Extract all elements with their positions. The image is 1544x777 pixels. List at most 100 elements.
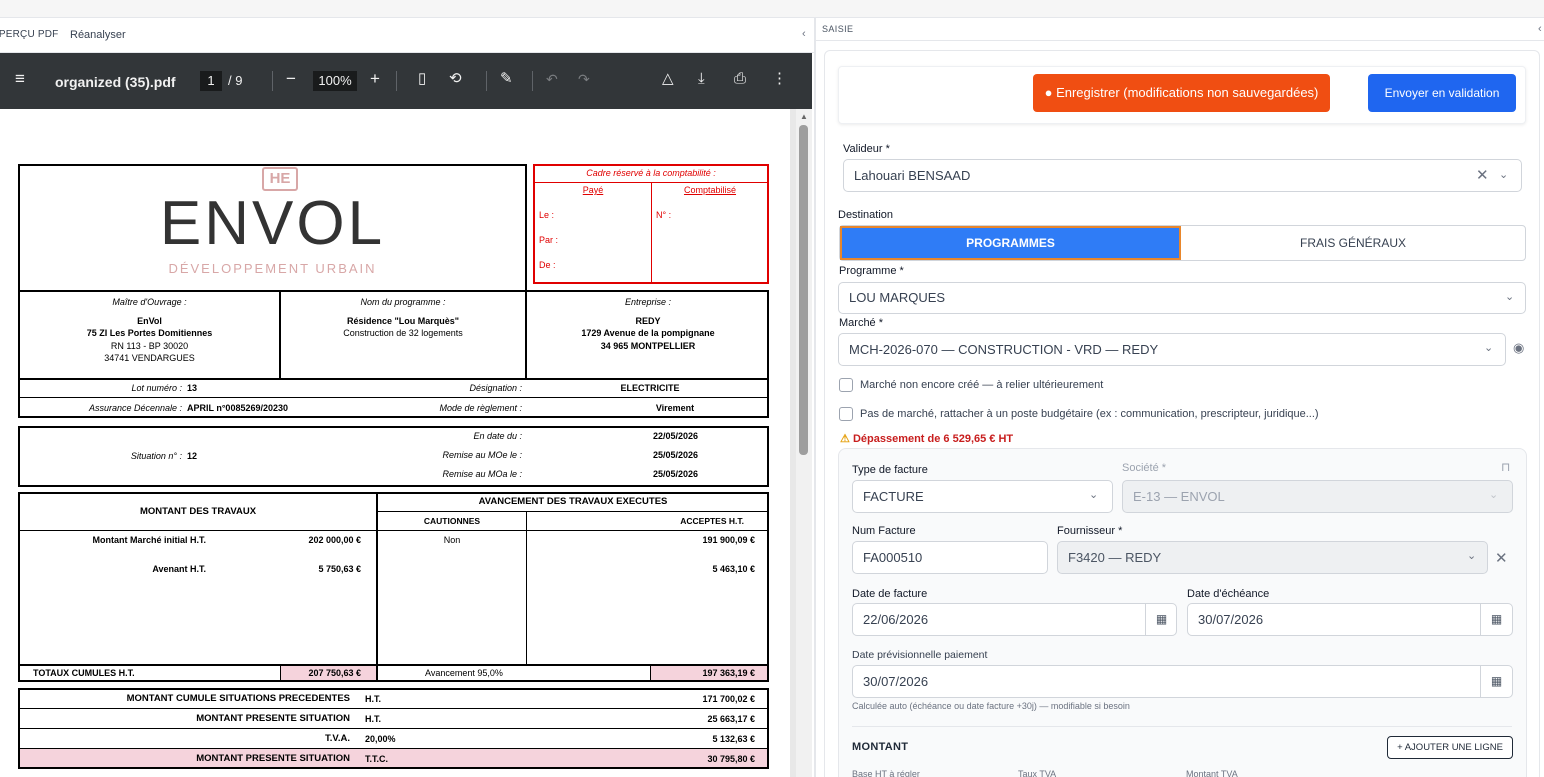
menu-icon[interactable]: ≡	[15, 69, 25, 89]
programme-select[interactable]: LOU MARQUES	[838, 282, 1526, 314]
designation-value: ELECTRICITE	[620, 383, 680, 393]
marche-accepte: 191 900,09 €	[702, 535, 755, 545]
page-number-input[interactable]: 1	[200, 71, 222, 91]
eye-icon[interactable]: ◉	[1513, 340, 1524, 356]
chevron-down-icon[interactable]: ⌄	[1484, 341, 1493, 354]
compta-divider	[651, 182, 652, 282]
reanalyse-link[interactable]: Réanalyser	[70, 29, 126, 41]
scrollbar-thumb[interactable]	[799, 125, 808, 455]
entreprise-label: Entreprise :	[624, 297, 672, 307]
clear-icon[interactable]: ✕	[1476, 166, 1489, 184]
prog-description: Construction de 32 logements	[343, 328, 463, 338]
moa-address: RN 113 - BP 30020	[110, 341, 189, 351]
societe-select[interactable]: E-13 — ENVOL	[1122, 480, 1513, 513]
prog-label: Nom du programme :	[360, 297, 446, 307]
num-facture-input[interactable]: FA000510	[852, 541, 1048, 574]
header-divider	[816, 40, 1544, 41]
chevron-down-icon[interactable]: ⌄	[1089, 488, 1098, 501]
ttc-value: 30 795,80 €	[707, 754, 755, 764]
pdf-preview-panel: APERÇU PDF Réanalyser ‹ ≡ organized (35)…	[0, 18, 814, 777]
scroll-up-icon[interactable]: ▲	[800, 112, 808, 121]
date-facture-value: 22/06/2026	[863, 612, 929, 627]
lot-value: 13	[187, 383, 198, 393]
warning-text: Dépassement de 6 529,65 € HT	[852, 433, 1014, 445]
travaux-divider	[20, 530, 767, 531]
print-icon[interactable]: ⎙	[734, 69, 746, 89]
cumul-label: MONTANT CUMULE SITUATIONS PRECEDENTES	[126, 693, 350, 704]
avancement-header: AVANCEMENT DES TRAVAUX EXECUTES	[478, 496, 668, 507]
undo-icon[interactable]: ↶	[546, 69, 558, 89]
avenant-value: 5 750,63 €	[318, 564, 361, 574]
calendar-icon[interactable]: ▦	[1480, 604, 1512, 635]
calendar-icon[interactable]: ▦	[1480, 666, 1512, 697]
tab-frais-generaux[interactable]: FRAIS GÉNÉRAUX	[1181, 226, 1525, 260]
chevron-down-icon[interactable]: ⌄	[1505, 290, 1514, 303]
prog-name: Résidence "Lou Marquès"	[346, 316, 460, 326]
col-base-ht: Base HT à régler	[852, 769, 920, 777]
zoom-out-icon[interactable]: −	[286, 69, 296, 89]
collapse-right-icon[interactable]: ‹	[1538, 23, 1542, 35]
totaux-value: 207 750,63 €	[308, 668, 361, 678]
moa-address: 75 ZI Les Portes Domitiennes	[86, 328, 213, 338]
date-echeance-value: 30/07/2026	[1198, 612, 1264, 627]
download-icon[interactable]: ⤓	[698, 69, 705, 89]
tva-rate: 20,00%	[365, 734, 396, 744]
pdf-scrollbar[interactable]: ▲	[796, 109, 812, 777]
compta-par: Par :	[539, 235, 559, 245]
pdf-viewport[interactable]: HE ENVOL DÉVELOPPEMENT URBAIN Cadre rése…	[0, 109, 796, 777]
zoom-in-icon[interactable]: +	[370, 69, 380, 89]
marche-select[interactable]: MCH-2026-070 — CONSTRUCTION - VRD — REDY	[838, 333, 1506, 366]
collapse-left-icon[interactable]: ‹	[802, 28, 806, 40]
redo-icon[interactable]: ↷	[578, 69, 590, 89]
compta-numero: N° :	[656, 210, 672, 220]
preview-header: APERÇU PDF Réanalyser ‹	[0, 18, 814, 53]
remise-moe-label: Remise au MOe le :	[442, 450, 522, 460]
pas-de-marche-checkbox[interactable]	[839, 407, 853, 421]
marche-non-cree-checkbox[interactable]	[839, 378, 853, 392]
entreprise-address: 34 965 MONTPELLIER	[600, 341, 696, 351]
remise-moa-label: Remise au MOa le :	[442, 469, 522, 479]
clear-fournisseur-icon[interactable]: ✕	[1495, 549, 1508, 567]
presente-label: MONTANT PRESENTE SITUATION	[196, 713, 350, 724]
save-button-label: Enregistrer (modifications non sauvegard…	[1056, 85, 1319, 100]
draw-icon[interactable]: ✎	[500, 69, 513, 89]
date-prev-hint: Calculée auto (échéance ou date facture …	[852, 701, 1130, 711]
save-button[interactable]: ● Enregistrer (modifications non sauvega…	[1033, 74, 1330, 112]
mode-reglement-value: Virement	[655, 403, 695, 413]
date-facture-input[interactable]: 22/06/2026	[852, 603, 1177, 636]
chevron-down-icon[interactable]: ⌄	[1467, 549, 1476, 562]
fournisseur-select[interactable]: F3420 — REDY	[1057, 541, 1488, 574]
date-prev-value: 30/07/2026	[863, 674, 929, 689]
date-prev-label: Date prévisionnelle paiement	[852, 649, 988, 661]
type-facture-select[interactable]: FACTURE	[852, 480, 1113, 513]
more-options-icon[interactable]: ⋮	[772, 69, 787, 89]
valideur-select[interactable]: Lahouari BENSAAD	[843, 159, 1522, 192]
date-echeance-input[interactable]: 30/07/2026	[1187, 603, 1513, 636]
date-facture-label: Date de facture	[852, 588, 928, 600]
chevron-down-icon[interactable]: ⌄	[1499, 168, 1508, 181]
add-line-button[interactable]: + AJOUTER UNE LIGNE	[1387, 736, 1513, 759]
tab-apercu-pdf[interactable]: APERÇU PDF	[0, 29, 58, 40]
programme-value: LOU MARQUES	[849, 290, 946, 305]
date-prev-input[interactable]: 30/07/2026	[852, 665, 1513, 698]
lot-label: Lot numéro :	[131, 383, 182, 393]
situation-value: 12	[187, 451, 198, 461]
totaux-accepte: 197 363,19 €	[702, 668, 755, 678]
send-validation-button[interactable]: Envoyer en validation	[1368, 74, 1516, 112]
type-facture-value: FACTURE	[863, 489, 924, 504]
zoom-level-input[interactable]: 100%	[313, 71, 357, 91]
type-facture-label: Type de facture	[852, 464, 928, 476]
compta-paye: Payé	[582, 185, 604, 195]
calendar-icon[interactable]: ▦	[1145, 604, 1177, 635]
tab-programmes[interactable]: PROGRAMMES	[840, 226, 1181, 260]
invoice-document: HE ENVOL DÉVELOPPEMENT URBAIN Cadre rése…	[0, 109, 790, 777]
fit-page-icon[interactable]: ▯	[418, 69, 426, 89]
travaux-divider	[20, 664, 767, 666]
valideur-label: Valideur *	[843, 143, 890, 155]
add-to-drive-icon[interactable]: △	[662, 69, 674, 89]
rotate-icon[interactable]: ⟲	[449, 69, 462, 89]
cumul-unit: H.T.	[365, 694, 382, 704]
moa-address: 34741 VENDARGUES	[104, 353, 195, 363]
pdf-toolbar: ≡ organized (35).pdf 1 / 9 − 100% + ▯ ⟲ …	[0, 53, 812, 109]
fournisseur-value: F3420 — REDY	[1068, 550, 1162, 565]
